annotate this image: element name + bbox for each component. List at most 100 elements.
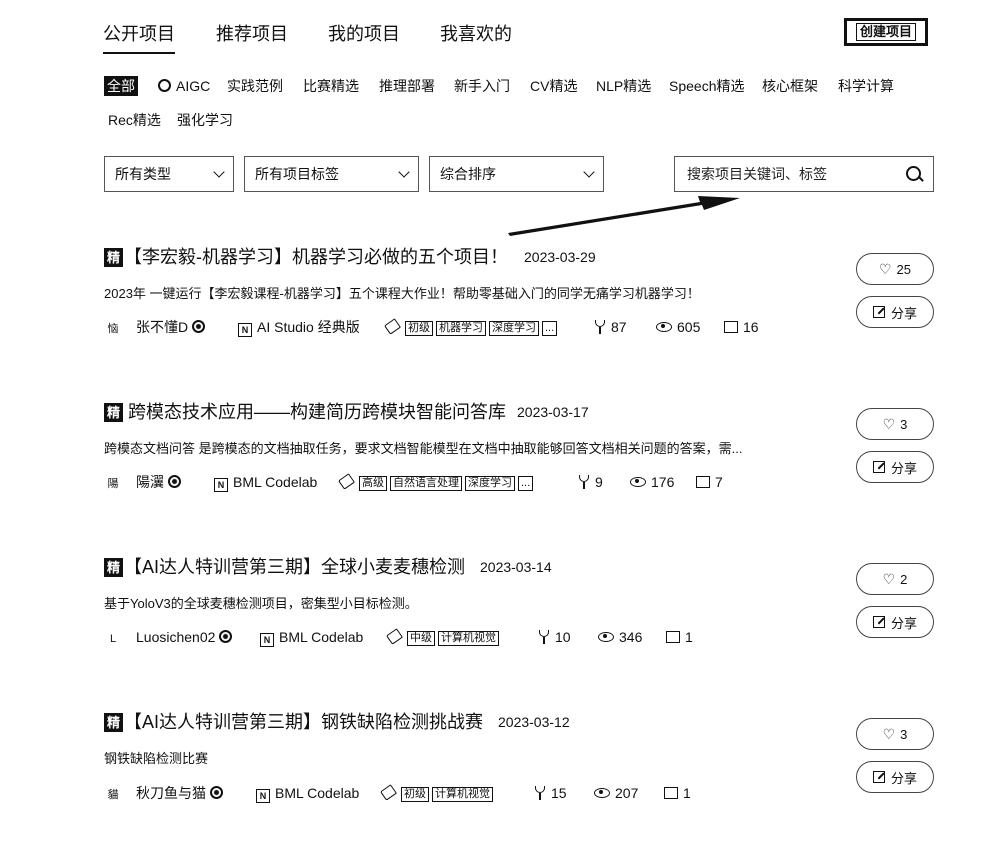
project-card[interactable]: 精 跨模态技术应用——构建简历跨模块智能问答库 2023-03-17 跨模态文档…: [0, 395, 982, 545]
comment-icon: [666, 631, 680, 643]
sort-select[interactable]: 综合排序: [429, 156, 604, 192]
project-description: 2023年 一键运行【李宏毅课程-机器学习】五个课程大作业！帮助零基础入门的同学…: [104, 286, 700, 301]
category-cv[interactable]: CV精选: [530, 76, 577, 96]
fork-count-value: 15: [551, 785, 567, 801]
create-project-button[interactable]: 创建项目: [844, 18, 928, 46]
avatar: 陽: [107, 478, 119, 490]
environment: N BML Codelab: [260, 627, 363, 647]
environment-label: BML Codelab: [233, 474, 318, 490]
tag[interactable]: 深度学习: [465, 476, 515, 491]
search-input[interactable]: [685, 165, 889, 183]
eye-icon: [630, 477, 646, 487]
like-count: 3: [900, 726, 908, 742]
like-button[interactable]: ♡ 2: [856, 563, 934, 595]
author[interactable]: 陽 陽瀷: [104, 472, 181, 493]
project-date: 2023-03-17: [517, 404, 589, 420]
heart-icon: ♡: [878, 260, 892, 277]
view-count-value: 207: [615, 785, 639, 801]
author[interactable]: 恼 张不懂D: [104, 317, 206, 338]
project-date: 2023-03-14: [480, 559, 552, 575]
project-card[interactable]: 精 【李宏毅-机器学习】机器学习必做的五个项目！ 2023-03-29 2023…: [0, 240, 982, 390]
category-practice[interactable]: 实践范例: [227, 76, 283, 96]
type-filter-select[interactable]: 所有类型: [104, 156, 234, 192]
avatar: L: [109, 633, 117, 645]
fork-count-value: 10: [555, 629, 571, 645]
share-icon: [872, 771, 885, 783]
environment-label: BML Codelab: [279, 629, 364, 645]
like-button[interactable]: ♡ 3: [856, 718, 934, 750]
tag[interactable]: 初级: [405, 321, 433, 336]
like-button[interactable]: ♡ 25: [856, 253, 934, 285]
tag[interactable]: 高级: [359, 476, 387, 491]
category-beginner[interactable]: 新手入门: [454, 76, 510, 96]
tag[interactable]: 计算机视觉: [438, 631, 499, 646]
project-card[interactable]: 精 【AI达人特训营第三期】全球小麦麦穗检测 2023-03-14 基于Yolo…: [0, 550, 982, 700]
category-aigc[interactable]: AIGC: [158, 76, 210, 96]
share-button[interactable]: 分享: [856, 606, 934, 638]
category-speech[interactable]: Speech精选: [669, 76, 744, 96]
author-name: 秋刀鱼与猫: [136, 785, 206, 801]
tag-filter-value: 所有项目标签: [255, 166, 339, 182]
category-nlp[interactable]: NLP精选: [596, 76, 651, 96]
tab-liked-projects[interactable]: 我喜欢的: [440, 22, 512, 46]
share-icon: [872, 306, 885, 318]
tag-more[interactable]: ...: [542, 321, 558, 336]
search-box[interactable]: [674, 156, 934, 192]
tag[interactable]: 自然语言处理: [390, 476, 462, 491]
comment-icon: [664, 787, 678, 799]
tab-public-projects[interactable]: 公开项目: [103, 22, 175, 54]
comment-count-value: 7: [715, 474, 723, 490]
share-button[interactable]: 分享: [856, 296, 934, 328]
project-title[interactable]: 【AI达人特训营第三期】钢铁缺陷检测挑战赛: [124, 710, 483, 734]
tag[interactable]: 中级: [407, 631, 435, 646]
view-count: 207: [594, 783, 638, 803]
tag[interactable]: 深度学习: [489, 321, 539, 336]
project-title[interactable]: 【李宏毅-机器学习】机器学习必做的五个项目！: [124, 245, 508, 269]
project-card[interactable]: 精 【AI达人特训营第三期】钢铁缺陷检测挑战赛 2023-03-12 钢铁缺陷检…: [0, 705, 982, 855]
comment-icon: [724, 321, 738, 333]
annotation-arrow: [508, 196, 740, 236]
tag-list: 高级 自然语言处理 深度学习...: [338, 472, 536, 492]
tag-list: 初级 机器学习 深度学习...: [384, 317, 560, 337]
environment: N AI Studio 经典版: [238, 317, 360, 337]
tab-my-projects[interactable]: 我的项目: [328, 22, 400, 46]
eye-icon: [598, 632, 614, 642]
category-aigc-label: AIGC: [176, 78, 211, 94]
category-deployment[interactable]: 推理部署: [379, 76, 435, 96]
view-count: 176: [630, 472, 674, 492]
fork-count-value: 87: [611, 319, 627, 335]
category-rec[interactable]: Rec精选: [108, 110, 161, 130]
tab-recommended-projects[interactable]: 推荐项目: [216, 22, 288, 46]
chevron-down-icon: [583, 166, 595, 178]
tag-filter-select[interactable]: 所有项目标签: [244, 156, 419, 192]
chevron-down-icon: [398, 166, 410, 178]
tag-more[interactable]: ...: [518, 476, 534, 491]
category-all[interactable]: 全部: [104, 76, 138, 96]
tag[interactable]: 计算机视觉: [432, 787, 493, 802]
featured-badge: 精: [104, 558, 123, 577]
category-rl[interactable]: 强化学习: [177, 110, 233, 130]
featured-badge: 精: [104, 403, 123, 422]
fork-count: 87: [594, 317, 627, 337]
verified-icon: [210, 786, 223, 799]
like-count: 25: [896, 261, 912, 277]
tag[interactable]: 初级: [401, 787, 429, 802]
environment: N BML Codelab: [256, 783, 359, 803]
project-title[interactable]: 【AI达人特训营第三期】全球小麦麦穗检测: [124, 555, 465, 579]
environment: N BML Codelab: [214, 472, 317, 492]
share-button[interactable]: 分享: [856, 761, 934, 793]
category-science[interactable]: 科学计算: [838, 76, 894, 96]
tag[interactable]: 机器学习: [436, 321, 486, 336]
featured-badge: 精: [104, 713, 123, 732]
verified-icon: [219, 630, 233, 643]
project-title[interactable]: 跨模态技术应用——构建简历跨模块智能问答库: [128, 400, 506, 424]
fork-icon: [594, 320, 606, 334]
category-core-framework[interactable]: 核心框架: [762, 76, 818, 96]
category-competition[interactable]: 比赛精选: [303, 76, 359, 96]
share-button[interactable]: 分享: [856, 451, 934, 483]
author[interactable]: L Luosichen02: [104, 627, 233, 648]
fork-count-value: 9: [595, 474, 603, 490]
like-button[interactable]: ♡ 3: [856, 408, 934, 440]
author[interactable]: 貓 秋刀鱼与猫: [104, 783, 223, 804]
search-icon[interactable]: [905, 165, 923, 183]
